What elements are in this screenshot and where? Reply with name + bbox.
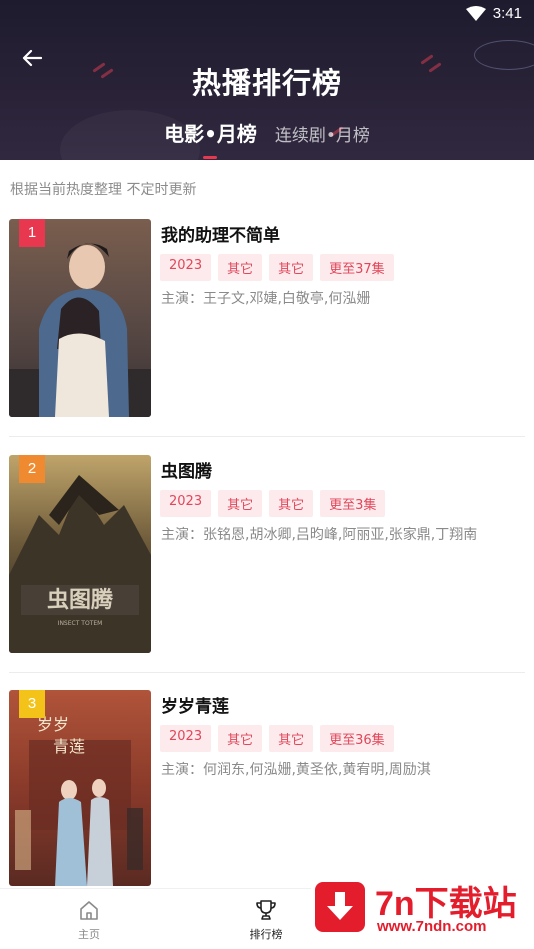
tag-year: 2023 [160,254,212,281]
home-icon [80,901,98,920]
item-cast: 主演：何润东,何泓姗,黄圣依,黄宥明,周励淇 [161,762,431,778]
watermark: 7n下载站 www.7ndn.com [311,874,534,949]
tab-label: 连续剧•月榜 [274,126,370,146]
nav-ranking-label: 排行榜 [249,928,283,941]
tab-bar: 电影•月榜 连续剧•月榜 [0,118,534,159]
item-cast: 主演：张铭恩,胡冰卿,吕昀峰,阿丽亚,张家鼎,丁翔南 [161,527,478,543]
svg-text:青莲: 青莲 [53,737,85,756]
page-title: 热播排行榜 [191,66,342,100]
nav-home-label: 主页 [78,928,100,941]
svg-text:INSECT TOTEM: INSECT TOTEM [58,620,103,627]
poster-image[interactable]: 虫图腾 INSECT TOTEM [9,455,151,653]
rank-badge: 2 [19,455,45,483]
svg-text:虫图腾: 虫图腾 [47,587,114,613]
tab-active-indicator [203,156,218,159]
status-time: 3:41 [492,5,522,22]
download-icon [315,882,365,932]
tag-episodes: 更至3集 [320,490,386,517]
tab-movie-monthly[interactable]: 电影•月榜 [164,118,257,159]
nav-ranking[interactable]: 排行榜 [236,899,296,942]
poster-image[interactable]: 岁岁 青莲 [9,690,151,886]
rank-badge: 1 [19,219,45,247]
tag-episodes: 更至37集 [320,254,394,281]
tag-region: 其它 [218,725,263,752]
tag-genre: 其它 [269,725,314,752]
tag-list: 2023 其它 其它 更至36集 [160,725,394,752]
item-title[interactable]: 岁岁青莲 [161,692,229,717]
poster-art: 虫图腾 INSECT TOTEM [9,455,151,653]
tab-label: 电影•月榜 [164,122,257,146]
rank-badge: 3 [19,690,45,718]
nav-home[interactable]: 主页 [59,899,119,942]
tag-year: 2023 [160,725,212,752]
item-title[interactable]: 虫图腾 [161,457,212,482]
poster-art: 理 [9,219,151,417]
watermark-url: www.7ndn.com [377,918,487,935]
tab-series-monthly[interactable]: 连续剧•月榜 [275,121,370,147]
item-title[interactable]: 我的助理不简单 [161,221,280,246]
tag-genre: 其它 [269,254,314,281]
divider [9,672,525,673]
list-subtitle: 根据当前热度整理 不定时更新 [10,182,197,198]
trophy-icon [256,900,276,920]
ranking-item[interactable]: 理 1 我的助理不简单 2023 其它 其它 更至37集 主演：王子文,邓婕,白… [9,219,525,419]
tag-list: 2023 其它 其它 更至37集 [160,254,394,281]
item-cast: 主演：王子文,邓婕,白敬亭,何泓姗 [161,291,371,307]
tag-region: 其它 [218,490,263,517]
tag-year: 2023 [160,490,212,517]
divider [9,436,525,437]
header: 3:41 热播排行榜 电影•月榜 连续剧•月榜 [0,0,534,160]
tag-episodes: 更至36集 [320,725,394,752]
ranking-item[interactable]: 虫图腾 INSECT TOTEM 2 虫图腾 2023 其它 其它 更至3集 主… [9,455,525,655]
poster-art: 岁岁 青莲 [9,690,151,886]
status-bar: 3:41 [0,0,534,28]
wifi-icon [466,6,486,21]
tag-genre: 其它 [269,490,314,517]
ranking-item[interactable]: 岁岁 青莲 3 岁岁青莲 2023 其它 其它 更至36集 主演：何润东,何泓姗… [9,690,525,890]
poster-image[interactable]: 理 [9,219,151,417]
tag-region: 其它 [218,254,263,281]
tag-list: 2023 其它 其它 更至3集 [160,490,386,517]
